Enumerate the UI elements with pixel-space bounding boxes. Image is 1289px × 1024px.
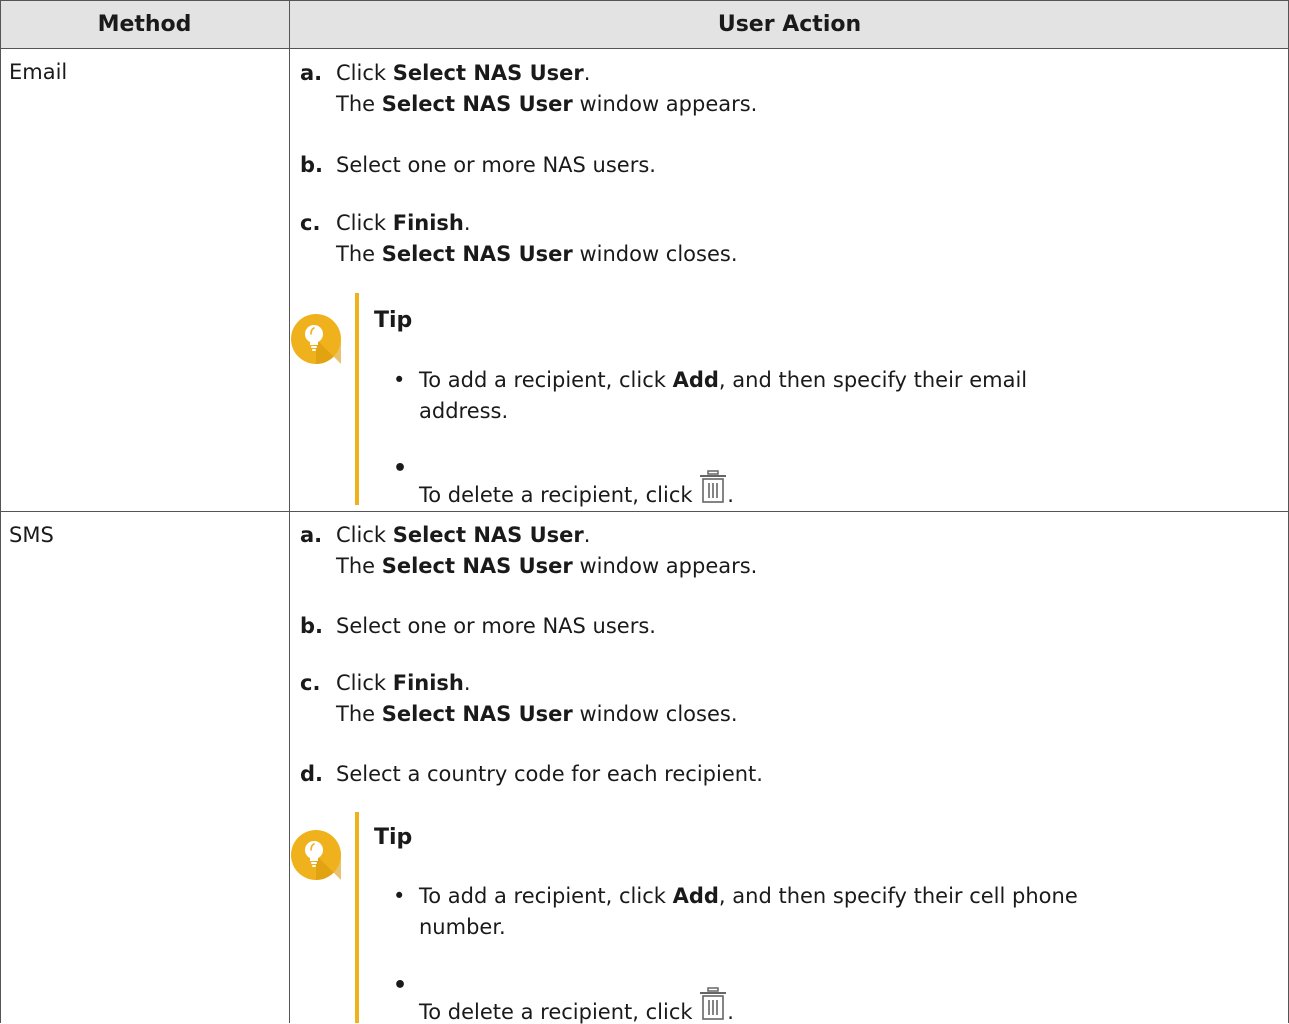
step-text: window closes. [572, 242, 738, 266]
tip-text: address. [419, 399, 509, 423]
step-text: . [583, 61, 591, 85]
step-b: b. Select one or more NAS users. [300, 150, 656, 181]
tip-bullet-delete: • To delete a recipient, click . [393, 456, 734, 507]
tip-bullet: • To add a recipient, click Add, and the… [393, 365, 1027, 427]
tip-bar [355, 293, 359, 505]
step-text: window appears. [572, 92, 758, 116]
step-letter: b. [300, 153, 324, 177]
ui-term: Select NAS User [392, 523, 584, 547]
step-letter: b. [300, 614, 324, 638]
ui-term: Select NAS User [381, 92, 573, 116]
header-user-action: User Action [290, 0, 1289, 48]
tip-text: To delete a recipient, click [419, 1000, 700, 1024]
tip-text: To add a recipient, click [419, 368, 673, 392]
table-row-divider [0, 511, 1289, 512]
bullet-dot: • [393, 368, 406, 392]
step-text: The [336, 702, 382, 726]
ui-term: Select NAS User [381, 242, 573, 266]
tip-text: To delete a recipient, click [419, 483, 700, 507]
step-text: Select one or more NAS users. [336, 614, 656, 638]
step-text: . [583, 523, 591, 547]
table-header-divider [0, 48, 1289, 49]
trash-icon [700, 470, 727, 503]
header-user-action-label: User Action [717, 11, 862, 37]
step-text: window appears. [572, 554, 758, 578]
step-text: Click [336, 211, 393, 235]
lightbulb-icon [291, 314, 341, 364]
bullet-dot: • [393, 973, 408, 998]
step-text: . [463, 211, 471, 235]
step-text: Click [336, 61, 393, 85]
header-method: Method [0, 0, 289, 48]
tip-title: Tip [374, 308, 413, 333]
step-text: The [336, 92, 382, 116]
tip-text: , and then specify their email [718, 368, 1028, 392]
bullet-dot: • [393, 456, 408, 481]
ui-term: Finish [392, 671, 464, 695]
step-text: Click [336, 671, 393, 695]
step-c: c. Click Finish. The Select NAS User wind… [300, 668, 738, 730]
method-sms: SMS [9, 523, 54, 547]
user-action-table: Method User Action Email a. Click Select … [0, 0, 1289, 1024]
ui-term: Add [672, 368, 719, 392]
ui-term: Select NAS User [381, 554, 573, 578]
ui-term: Finish [392, 211, 464, 235]
ui-term: Select NAS User [381, 702, 573, 726]
bullet-dot: • [393, 884, 406, 908]
table-column-divider [289, 0, 290, 1023]
tip-bar [355, 812, 359, 1023]
step-text: Click [336, 523, 393, 547]
step-text: window closes. [572, 702, 738, 726]
step-text: Select one or more NAS users. [336, 153, 656, 177]
step-letter: c. [300, 211, 321, 235]
header-method-label: Method [97, 11, 192, 37]
tip-text: , and then specify their cell phone [718, 884, 1078, 908]
step-a: a. Click Select NAS User. The Select NAS … [300, 520, 757, 582]
tip-bullet: • To add a recipient, click Add, and the… [393, 881, 1078, 943]
step-text: Select a country code for each recipient… [336, 762, 763, 786]
trash-icon [700, 987, 727, 1020]
method-email: Email [9, 60, 68, 84]
step-letter: a. [300, 523, 323, 547]
step-text: The [336, 554, 382, 578]
tip-text: . [727, 1000, 734, 1024]
tip-text: To add a recipient, click [419, 884, 673, 908]
lightbulb-icon [291, 830, 341, 880]
step-b: b. Select one or more NAS users. [300, 611, 656, 642]
ui-term: Add [672, 884, 719, 908]
tip-bullet-delete: • To delete a recipient, click . [393, 973, 734, 1024]
table-border-left [0, 0, 1, 1023]
step-a: a. Click Select NAS User. The Select NAS … [300, 58, 757, 120]
step-text: The [336, 242, 382, 266]
step-c: c. Click Finish. The Select NAS User wind… [300, 208, 738, 270]
tip-title: Tip [374, 825, 413, 850]
table-border-top [0, 0, 1289, 1]
step-text: . [463, 671, 471, 695]
step-letter: d. [300, 762, 324, 786]
step-d: d. Select a country code for each recipie… [300, 759, 763, 790]
step-letter: a. [300, 61, 323, 85]
step-letter: c. [300, 671, 321, 695]
tip-text: number. [419, 915, 506, 939]
tip-text: . [727, 483, 734, 507]
ui-term: Select NAS User [392, 61, 584, 85]
